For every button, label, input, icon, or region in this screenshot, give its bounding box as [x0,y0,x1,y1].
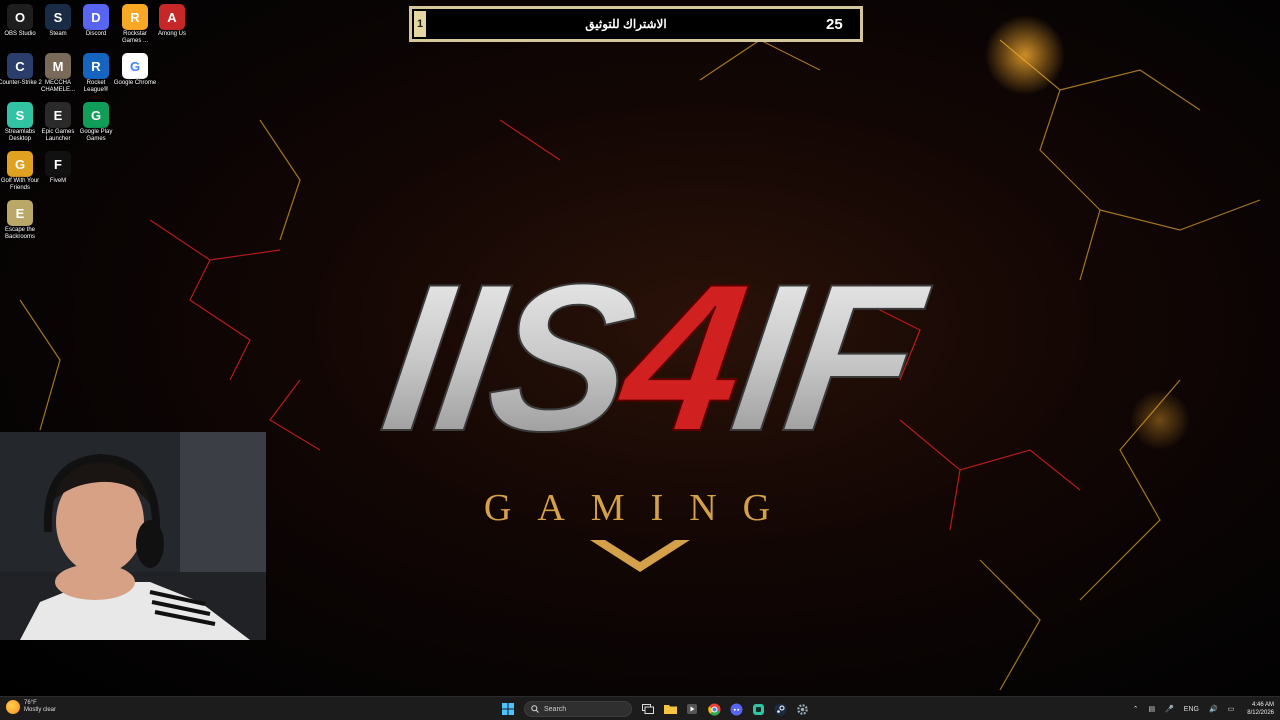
chrome-icon [707,703,720,716]
epic-games-icon: E [45,102,71,128]
webcam-feed [0,432,266,640]
logo-text: IIS4IF [371,240,939,475]
taskbar-media[interactable] [682,699,702,719]
weather-description: Mostly clear [24,707,57,713]
taskbar-chrome[interactable] [704,699,724,719]
streamlabs-icon: S [7,102,33,128]
meccha-chameleon-icon: M [45,53,71,79]
gear-icon [796,703,808,715]
goal-current-count: 1 [414,11,426,37]
volume-icon[interactable]: 🔊 [1209,705,1218,713]
steam-icon [774,703,786,715]
webcam-person [0,432,266,640]
taskbar-settings[interactable] [792,699,812,719]
obs-icon: O [7,4,33,30]
system-tray: ⌃ ▤ 🎤 ENG 🔊 ▭ 4:46 AM 8/12/2026 [1128,699,1274,719]
desktop-icon-label: Rocket League® [83,80,109,93]
taskbar-file-explorer[interactable] [660,699,680,719]
desktop-icon-cs2[interactable]: C Counter-Strike 2 [0,51,42,87]
microphone-icon[interactable]: 🎤 [1165,705,1174,713]
desktop-icon-rocket-league[interactable]: R Rocket League® [78,51,114,94]
discord-icon: D [83,4,109,30]
taskbar: 76°F Mostly clear Search ⌃ ▤ 🎤 ENG 🔊 ▭ 4… [0,696,1280,720]
search-placeholder: Search [544,705,567,713]
search-icon [531,705,539,713]
golf-icon: G [7,151,33,177]
among-us-icon: A [159,4,185,30]
desktop-icon-label: Google Chrome [113,80,157,86]
desktop-icon-golf[interactable]: G Golf With Your Friends [1,149,39,192]
desktop-icon-steam[interactable]: S Steam [40,2,76,38]
clock-date: 8/12/2026 [1247,710,1274,716]
desktop-icon-chrome[interactable]: G Google Chrome [114,51,156,87]
taskbar-steam[interactable] [770,699,790,719]
desktop-icon-label: Escape the Backrooms [4,227,36,240]
desktop-icon-google-play-games[interactable]: G Google Play Games [78,100,114,143]
desktop-icon-epic-games[interactable]: E Epic Games Launcher [40,100,76,143]
weather-widget[interactable]: 76°F Mostly clear [6,700,56,714]
desktop-icon-rockstar[interactable]: R Rockstar Games ... [117,2,153,45]
battery-icon[interactable]: ▭ [1228,705,1235,713]
goal-target-count: 25 [826,15,843,33]
desktop-icon-label: FiveM [49,178,67,184]
weather-icon [6,700,20,714]
weather-temperature: 76°F [24,700,37,706]
fivem-icon: F [45,151,71,177]
desktop-icon-fivem[interactable]: F FiveM [40,149,76,185]
steam-icon: S [45,4,71,30]
folder-icon [663,705,677,714]
chevron-up-icon[interactable]: ⌃ [1133,705,1139,713]
escape-backrooms-icon: E [7,200,33,226]
desktop-icon-label: Google Play Games [79,129,113,142]
task-view-button[interactable] [638,699,658,719]
taskbar-apps: Search [498,699,814,719]
subscriber-goal-bar: 1 الاشتراك للتوثيق 25 [409,6,863,42]
logo-subtitle: GAMING [484,487,796,529]
clock-time: 4:46 AM [1251,702,1274,708]
network-icon[interactable]: ▤ [1148,705,1155,713]
desktop-icon-escape-backrooms[interactable]: E Escape the Backrooms [2,198,38,241]
desktop-icon-label: Discord [85,31,107,37]
taskbar-discord[interactable] [726,699,746,719]
desktop-icon-among-us[interactable]: A Among Us [154,2,190,38]
cs2-icon: C [7,53,33,79]
start-button[interactable] [498,699,518,719]
clock[interactable]: 4:46 AM 8/12/2026 [1247,701,1274,717]
desktop-icon-label: Among Us [157,31,186,37]
discord-icon [730,703,742,715]
google-play-games-icon: G [83,102,109,128]
media-player-icon [687,704,697,714]
desktop-icon-discord[interactable]: D Discord [78,2,114,38]
task-view-icon [642,704,654,714]
streamlabs-icon [752,703,764,715]
rockstar-icon: R [122,4,148,30]
language-indicator[interactable]: ENG [1184,706,1199,713]
desktop-icon-meccha-chameleon[interactable]: M MECCHA CHAMELE... [40,51,76,94]
desktop-icons: O OBS Studio C Counter-Strike 2 S Streamlabs … [0,0,200,250]
taskbar-search[interactable]: Search [524,701,632,717]
taskbar-streamlabs[interactable] [748,699,768,719]
windows-icon [502,703,514,715]
desktop-icon-streamlabs[interactable]: S Streamlabs Desktop [2,100,38,143]
chrome-icon: G [122,53,148,79]
goal-label: الاشتراك للتوثيق [585,17,667,31]
rocket-league-icon: R [83,53,109,79]
desktop-icon-obs[interactable]: O OBS Studio [2,2,38,38]
